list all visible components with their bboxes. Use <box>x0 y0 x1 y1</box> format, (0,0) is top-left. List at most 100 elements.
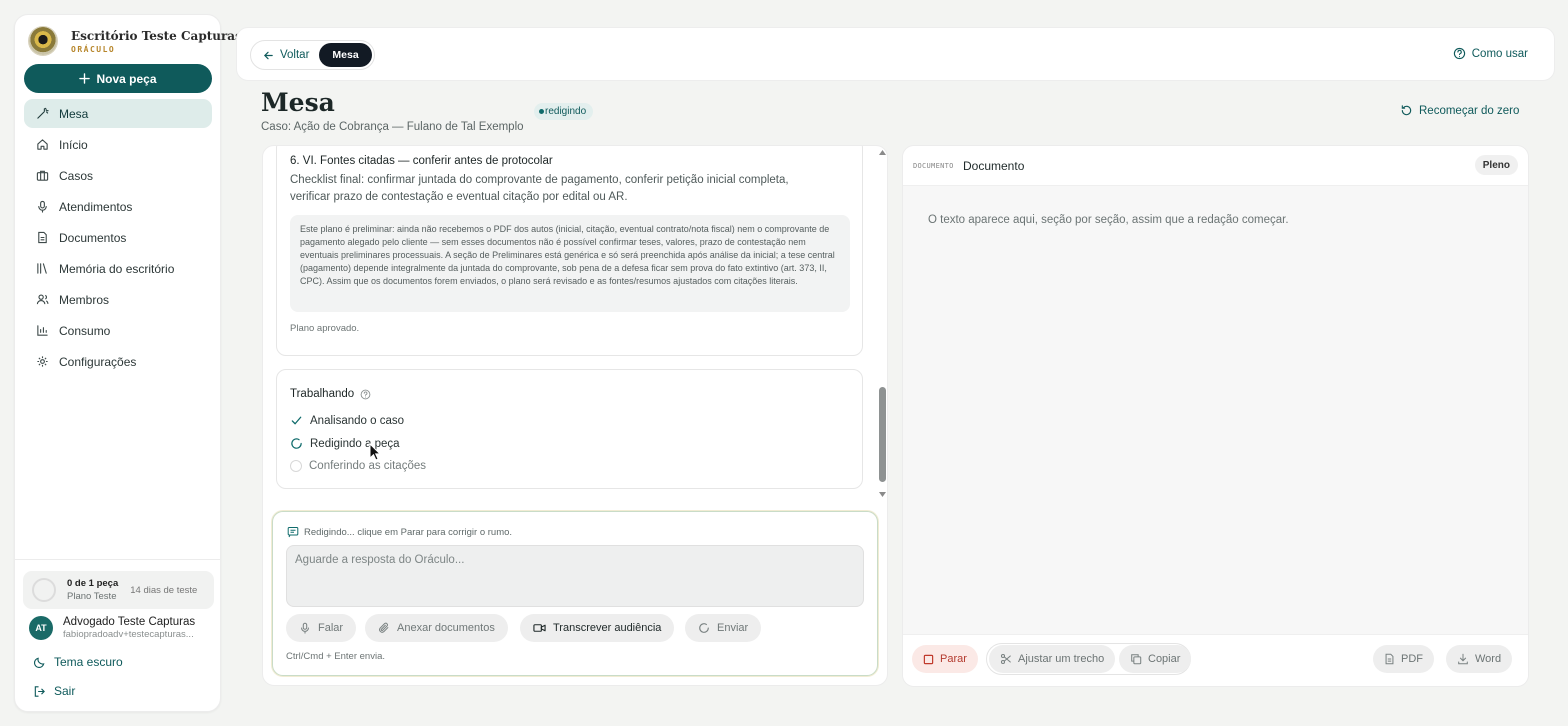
sidebar-item-atendimentos[interactable]: Atendimentos <box>24 192 212 221</box>
dark-theme-toggle[interactable]: Tema escuro <box>33 655 123 669</box>
document-icon <box>1384 653 1395 665</box>
rotate-ccw-icon <box>1400 104 1413 117</box>
user-profile[interactable]: AT Advogado Teste Capturas fabiopradoadv… <box>29 616 205 640</box>
attach-documents-button[interactable]: Anexar documentos <box>365 614 508 642</box>
new-piece-button[interactable]: Nova peça <box>24 64 212 93</box>
case-subtitle: Caso: Ação de Cobrança — Fulano de Tal E… <box>261 121 524 133</box>
plan-section-title: 6. VI. Fontes citadas — conferir antes d… <box>290 155 553 167</box>
new-piece-label: Nova peça <box>96 71 157 86</box>
copy-label: Copiar <box>1148 653 1181 665</box>
avatar: AT <box>29 616 53 640</box>
send-label: Enviar <box>717 622 749 634</box>
logout-label: Sair <box>54 684 76 698</box>
home-icon <box>36 138 49 151</box>
plan-section-text: Checklist final: confirmar juntada do co… <box>290 174 789 203</box>
restart-button[interactable]: Recomeçar do zero <box>1400 104 1519 117</box>
help-label: Como usar <box>1471 47 1528 60</box>
restart-label: Recomeçar do zero <box>1419 104 1520 117</box>
sidebar-item-documentos[interactable]: Documentos <box>24 223 212 252</box>
progress-title: Trabalhando <box>290 388 371 400</box>
sidebar-item-configuracoes[interactable]: Configurações <box>24 347 212 376</box>
composer: Redigindo... clique em Parar para corrig… <box>272 511 878 676</box>
transcribe-label: Transcrever audiência <box>553 622 662 634</box>
send-button[interactable]: Enviar <box>685 614 762 642</box>
speak-label: Falar <box>318 622 344 634</box>
arrow-left-icon <box>263 50 274 61</box>
sidebar-item-casos[interactable]: Casos <box>24 161 212 190</box>
sidebar-item-label: Mesa <box>59 106 89 121</box>
word-label: Word <box>1475 653 1502 665</box>
sidebar-divider <box>15 559 220 560</box>
export-word-button[interactable]: Word <box>1446 645 1513 673</box>
scrollbar-thumb[interactable] <box>879 387 886 482</box>
sidebar-item-mesa[interactable]: Mesa <box>24 99 212 128</box>
adjust-label: Ajustar um trecho <box>1018 653 1105 665</box>
sidebar-item-memoria[interactable]: Memória do escritório <box>24 254 212 283</box>
step-item: Analisando o caso <box>290 414 404 427</box>
paperclip-icon <box>378 622 390 634</box>
progress-card: Trabalhando Analisando o caso Redigindo … <box>276 369 863 489</box>
document-panel: DOCUMENTO Documento Pleno O texto aparec… <box>902 145 1529 687</box>
gear-icon <box>36 355 49 368</box>
sidebar-item-membros[interactable]: Membros <box>24 285 212 314</box>
stop-button[interactable]: Parar <box>912 645 978 673</box>
message-input[interactable]: Aguarde a resposta do Oráculo... <box>286 545 864 607</box>
progress-title-label: Trabalhando <box>290 388 355 400</box>
sidebar-item-consumo[interactable]: Consumo <box>24 316 212 345</box>
pdf-label: PDF <box>1401 653 1423 665</box>
sidebar-item-label: Configurações <box>59 354 137 369</box>
help-link[interactable]: Como usar <box>1453 47 1528 60</box>
transcribe-hearing-button[interactable]: Transcrever audiência <box>520 614 675 642</box>
logout-link[interactable]: Sair <box>33 684 75 698</box>
adjust-excerpt-button[interactable]: Ajustar um trecho <box>989 645 1116 673</box>
brand[interactable]: Escritório Teste Capturas ORÁCULO <box>29 27 242 55</box>
composer-hint: Redigindo... clique em Parar para corrig… <box>287 526 512 538</box>
library-icon <box>36 262 49 275</box>
sidebar-item-label: Início <box>59 137 88 152</box>
user-email: fabiopradoadv+testecapturas... <box>63 629 194 640</box>
mouse-cursor-icon <box>369 443 381 461</box>
document-kicker: DOCUMENTO <box>913 162 954 170</box>
moon-icon <box>33 656 46 669</box>
mode-badge[interactable]: Pleno <box>1474 155 1518 175</box>
step-label: Analisando o caso <box>310 414 404 427</box>
check-icon <box>290 414 303 427</box>
status-badge: redigindo <box>534 103 594 120</box>
sidebar-item-label: Memória do escritório <box>59 261 175 276</box>
document-icon <box>36 231 49 244</box>
spinner-icon <box>290 437 303 450</box>
plan-note: Este plano é preliminar: ainda não receb… <box>290 215 850 312</box>
step-label: Redigindo a peça <box>310 437 400 450</box>
plan-name: Plano Teste <box>67 591 117 602</box>
tab-mesa[interactable]: Mesa <box>319 43 372 67</box>
sidebar-item-inicio[interactable]: Início <box>24 130 212 159</box>
plan-usage-card[interactable]: 0 de 1 peça Plano Teste 14 dias de teste <box>23 571 214 609</box>
plan-approved-label: Plano aprovado. <box>290 323 360 334</box>
download-icon <box>1457 653 1469 665</box>
stop-square-icon <box>923 654 934 665</box>
microphone-icon <box>299 622 311 634</box>
user-name: Advogado Teste Capturas <box>63 616 196 628</box>
sidebar-item-label: Consumo <box>59 323 111 338</box>
sidebar-item-label: Documentos <box>59 230 127 245</box>
briefcase-icon <box>36 169 49 182</box>
speak-button[interactable]: Falar <box>286 614 357 642</box>
back-button[interactable]: Voltar <box>253 43 319 67</box>
attach-label: Anexar documentos <box>397 622 495 634</box>
spinner-icon <box>698 622 710 634</box>
help-circle-icon[interactable] <box>360 389 371 400</box>
status-label: redigindo <box>545 106 587 117</box>
oraculo-logo-icon <box>29 27 57 55</box>
shortcut-hint: Ctrl/Cmd + Enter envia. <box>286 651 385 662</box>
copy-button[interactable]: Copiar <box>1119 645 1192 673</box>
bar-chart-icon <box>36 324 49 337</box>
sidebar: Escritório Teste Capturas ORÁCULO Nova p… <box>14 14 242 712</box>
users-icon <box>36 293 49 306</box>
sidebar-nav: Mesa Início Casos Atendimentos Documento… <box>24 99 212 378</box>
export-pdf-button[interactable]: PDF <box>1373 645 1434 673</box>
step-label: Conferindo as citações <box>309 460 426 472</box>
brand-name: Escritório Teste Capturas <box>71 28 242 43</box>
chat-scroll-area[interactable]: 6. VI. Fontes citadas — conferir antes d… <box>263 146 887 504</box>
logout-icon <box>33 685 46 698</box>
plan-card: 6. VI. Fontes citadas — conferir antes d… <box>276 146 863 356</box>
